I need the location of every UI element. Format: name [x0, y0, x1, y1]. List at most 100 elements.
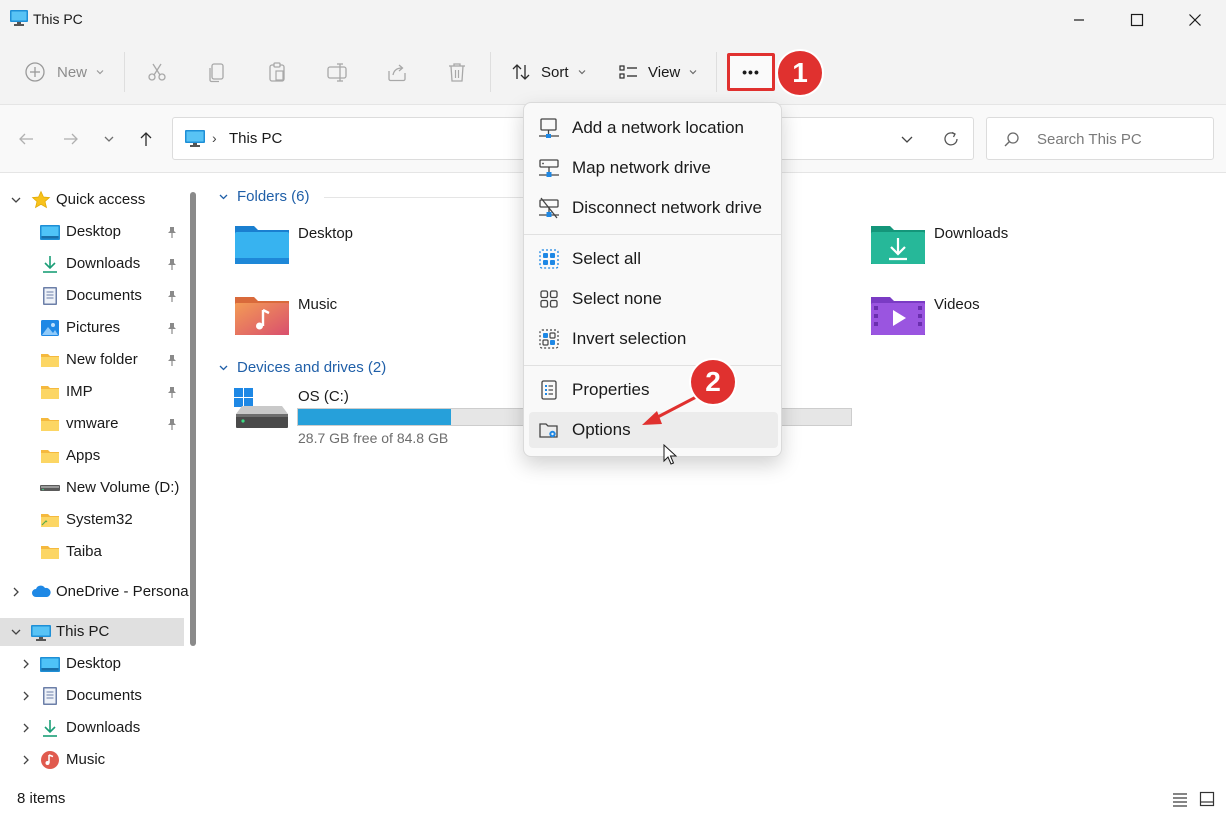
folder-desktop[interactable]: Desktop: [234, 222, 353, 266]
menu-item-options[interactable]: Options: [529, 412, 778, 448]
search-input[interactable]: [1037, 128, 1207, 150]
menu-item-invert-selection[interactable]: Invert selection: [529, 321, 778, 357]
sort-button[interactable]: Sort: [510, 52, 587, 92]
options-icon: [539, 423, 558, 438]
pin-icon[interactable]: [165, 289, 179, 303]
paste-icon: [269, 62, 285, 82]
select-all-icon: [539, 249, 559, 269]
arrow-left-icon: [19, 133, 33, 145]
sidebar-item-imp[interactable]: IMP: [0, 378, 184, 406]
close-button[interactable]: [1166, 0, 1224, 40]
pin-icon[interactable]: [165, 353, 179, 367]
menu-item-properties[interactable]: Properties: [529, 372, 778, 408]
search-box[interactable]: [986, 117, 1214, 160]
arrow-right-icon: [64, 133, 78, 145]
cloud-icon: [32, 585, 51, 597]
folder-icon: [41, 514, 59, 527]
sidebar-item-pc-documents[interactable]: Documents: [0, 682, 184, 710]
network-location-icon: [539, 118, 559, 138]
sidebar-item-pc-desktop[interactable]: Desktop: [0, 650, 184, 678]
sidebar-item-label: Pictures: [66, 319, 121, 336]
up-button[interactable]: [134, 127, 158, 151]
sidebar-item-label: Music: [66, 751, 106, 768]
cut-button[interactable]: [146, 52, 168, 92]
pin-icon[interactable]: [165, 321, 179, 335]
menu-item-map-network-drive[interactable]: Map network drive: [529, 150, 778, 186]
minimize-icon: [1074, 19, 1084, 21]
chevron-right-icon[interactable]: [20, 754, 32, 766]
chevron-down-icon: [104, 136, 114, 142]
more-options-icon: •••: [742, 64, 760, 80]
chevron-right-icon[interactable]: [20, 658, 32, 670]
delete-button[interactable]: [446, 52, 468, 92]
sidebar-item-pictures[interactable]: Pictures: [0, 314, 184, 342]
pin-icon[interactable]: [165, 257, 179, 271]
devices-group-header[interactable]: Devices and drives (2): [218, 359, 386, 376]
minimize-button[interactable]: [1050, 0, 1108, 40]
large-icons-view-icon[interactable]: [1199, 791, 1215, 807]
paste-button[interactable]: [266, 52, 288, 92]
folder-videos[interactable]: Videos: [870, 293, 980, 337]
sidebar-item-quick-access[interactable]: Quick access: [0, 186, 184, 214]
share-button[interactable]: [386, 52, 408, 92]
cut-icon: [148, 63, 166, 81]
sidebar-item-label: Downloads: [66, 255, 141, 272]
sort-label: Sort: [541, 63, 569, 81]
chevron-right-icon[interactable]: [20, 722, 32, 734]
sidebar-item-label: New Volume (D:): [66, 479, 180, 496]
folder-music[interactable]: Music: [234, 293, 337, 337]
chevron-right-icon[interactable]: [10, 586, 22, 598]
forward-button[interactable]: [59, 127, 83, 151]
sidebar-item-taiba[interactable]: Taiba: [0, 538, 184, 566]
details-view-icon[interactable]: [1172, 791, 1188, 807]
chevron-down-icon: [219, 365, 228, 371]
address-history-chevron-icon[interactable]: [899, 131, 915, 147]
sidebar-item-apps[interactable]: Apps: [0, 442, 184, 470]
menu-item-label: Map network drive: [572, 158, 711, 177]
sidebar-item-onedrive[interactable]: OneDrive - Persona: [0, 578, 189, 606]
sidebar-item-new-volume-d[interactable]: New Volume (D:): [0, 474, 184, 502]
downloads-folder-icon: [871, 226, 925, 264]
recent-locations-button[interactable]: [97, 127, 121, 151]
menu-item-add-network-location[interactable]: Add a network location: [529, 110, 778, 146]
drive-usage-fill: [298, 409, 452, 425]
refresh-icon[interactable]: [941, 129, 961, 149]
maximize-button[interactable]: [1108, 0, 1166, 40]
chevron-down-icon[interactable]: [10, 626, 22, 638]
new-button[interactable]: New: [24, 52, 105, 92]
menu-item-label: Options: [572, 420, 631, 439]
chevron-down-icon: [96, 70, 104, 75]
status-bar: 8 items: [0, 786, 1226, 813]
folder-downloads[interactable]: Downloads: [870, 222, 1008, 266]
pin-icon[interactable]: [165, 385, 179, 399]
back-button[interactable]: [14, 127, 38, 151]
sidebar-item-desktop[interactable]: Desktop: [0, 218, 184, 246]
chevron-right-icon[interactable]: [20, 690, 32, 702]
menu-item-select-none[interactable]: Select none: [529, 281, 778, 317]
menu-item-select-all[interactable]: Select all: [529, 241, 778, 277]
sidebar-item-new-folder[interactable]: New folder: [0, 346, 184, 374]
sidebar-item-documents[interactable]: Documents: [0, 282, 184, 310]
view-icon: [619, 65, 637, 79]
sidebar-item-label: Desktop: [66, 223, 122, 240]
close-icon: [1189, 14, 1201, 26]
sidebar-item-pc-music[interactable]: Music: [0, 746, 184, 774]
sidebar-item-this-pc[interactable]: This PC: [0, 618, 184, 646]
rename-button[interactable]: [326, 52, 348, 92]
breadcrumb-this-pc[interactable]: This PC: [229, 130, 282, 147]
copy-button[interactable]: [206, 52, 228, 92]
folders-group-header[interactable]: Folders (6): [218, 188, 310, 205]
sidebar-scrollbar[interactable]: [190, 192, 196, 646]
sidebar-item-downloads[interactable]: Downloads: [0, 250, 184, 278]
sidebar-item-vmware[interactable]: vmware: [0, 410, 184, 438]
menu-item-disconnect-network-drive[interactable]: Disconnect network drive: [529, 190, 778, 226]
pin-icon[interactable]: [165, 225, 179, 239]
chevron-down-icon[interactable]: [10, 194, 22, 206]
pin-icon[interactable]: [165, 417, 179, 431]
sidebar-item-pc-downloads[interactable]: Downloads: [0, 714, 184, 742]
view-button[interactable]: View: [617, 52, 698, 92]
view-label: View: [648, 63, 681, 81]
invert-selection-icon: [539, 329, 559, 349]
see-more-button[interactable]: •••: [727, 53, 775, 91]
sidebar-item-system32[interactable]: System32: [0, 506, 184, 534]
